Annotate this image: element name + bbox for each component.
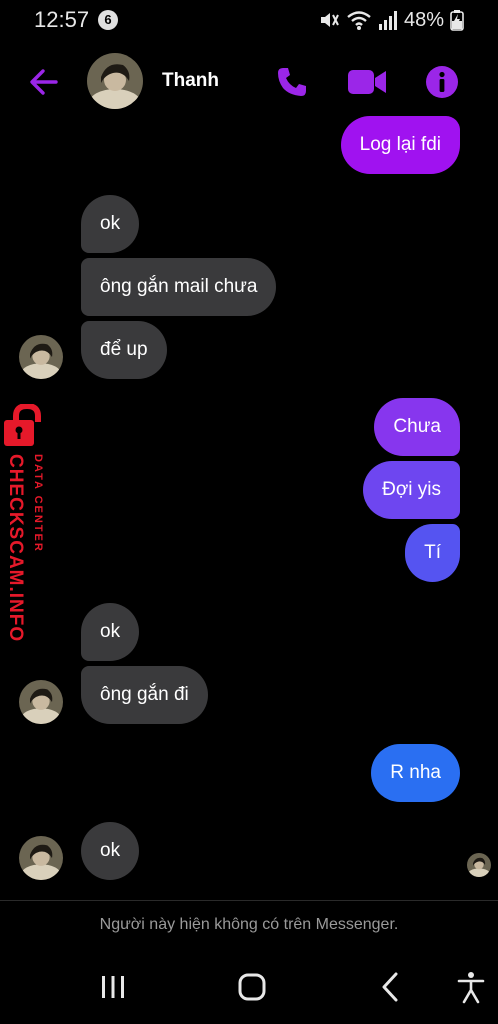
accessibility-button[interactable] [451,970,491,1004]
avatar-image [467,853,491,877]
message-incoming[interactable]: ok [81,195,140,253]
battery-charging-icon [450,10,464,31]
nav-back-button[interactable] [372,970,412,1004]
contact-avatar[interactable] [87,53,143,109]
message-outgoing[interactable]: Tí [405,524,460,582]
message-outgoing[interactable]: Chưa [374,398,460,456]
recents-button[interactable] [93,970,133,1004]
avatar-image [19,680,63,724]
avatar-image [87,53,143,109]
message-outgoing[interactable]: R nha [371,744,460,802]
status-bar: 12:57 6 48% [0,0,498,40]
info-button[interactable] [424,64,460,100]
notification-count-badge: 6 [98,10,118,30]
home-button[interactable] [232,970,272,1004]
seen-receipt-avatar [467,853,491,877]
message-incoming[interactable]: ok [81,603,140,661]
watermark-text-small: DATA CENTER [32,454,44,553]
message-incoming[interactable]: ông gắn mail chưa [81,258,277,316]
signal-icon [378,11,397,30]
avatar-image [19,836,63,880]
message-incoming[interactable]: ok [81,822,140,880]
status-time: 12:57 [34,7,90,32]
message-incoming[interactable]: để up [81,321,167,379]
back-button[interactable] [26,64,62,100]
lock-icon [4,404,41,446]
sender-avatar[interactable] [19,836,63,880]
message-outgoing[interactable]: Log lại fdi [340,116,460,174]
wifi-icon [347,11,371,30]
unavailable-notice: Người này hiện không có trên Messenger. [99,916,399,933]
system-nav-bar [0,956,498,1024]
sender-avatar[interactable] [19,335,63,379]
avatar-image [19,335,63,379]
message-incoming[interactable]: ông gắn đi [81,666,208,724]
call-button[interactable] [274,64,310,100]
watermark-text-large: CHECKSCAM.INFO [5,454,26,643]
video-call-button[interactable] [346,66,388,98]
contact-name[interactable]: Thanh [162,70,219,92]
mute-icon [320,13,339,27]
conversation-header: Thanh [0,44,498,118]
divider [0,900,498,901]
battery-percent: 48% [403,8,444,31]
status-icons: 48% [318,8,464,32]
sender-avatar[interactable] [19,680,63,724]
watermark: DATA CENTER CHECKSCAM.INFO [0,404,60,654]
message-outgoing[interactable]: Đợi yis [363,461,460,519]
